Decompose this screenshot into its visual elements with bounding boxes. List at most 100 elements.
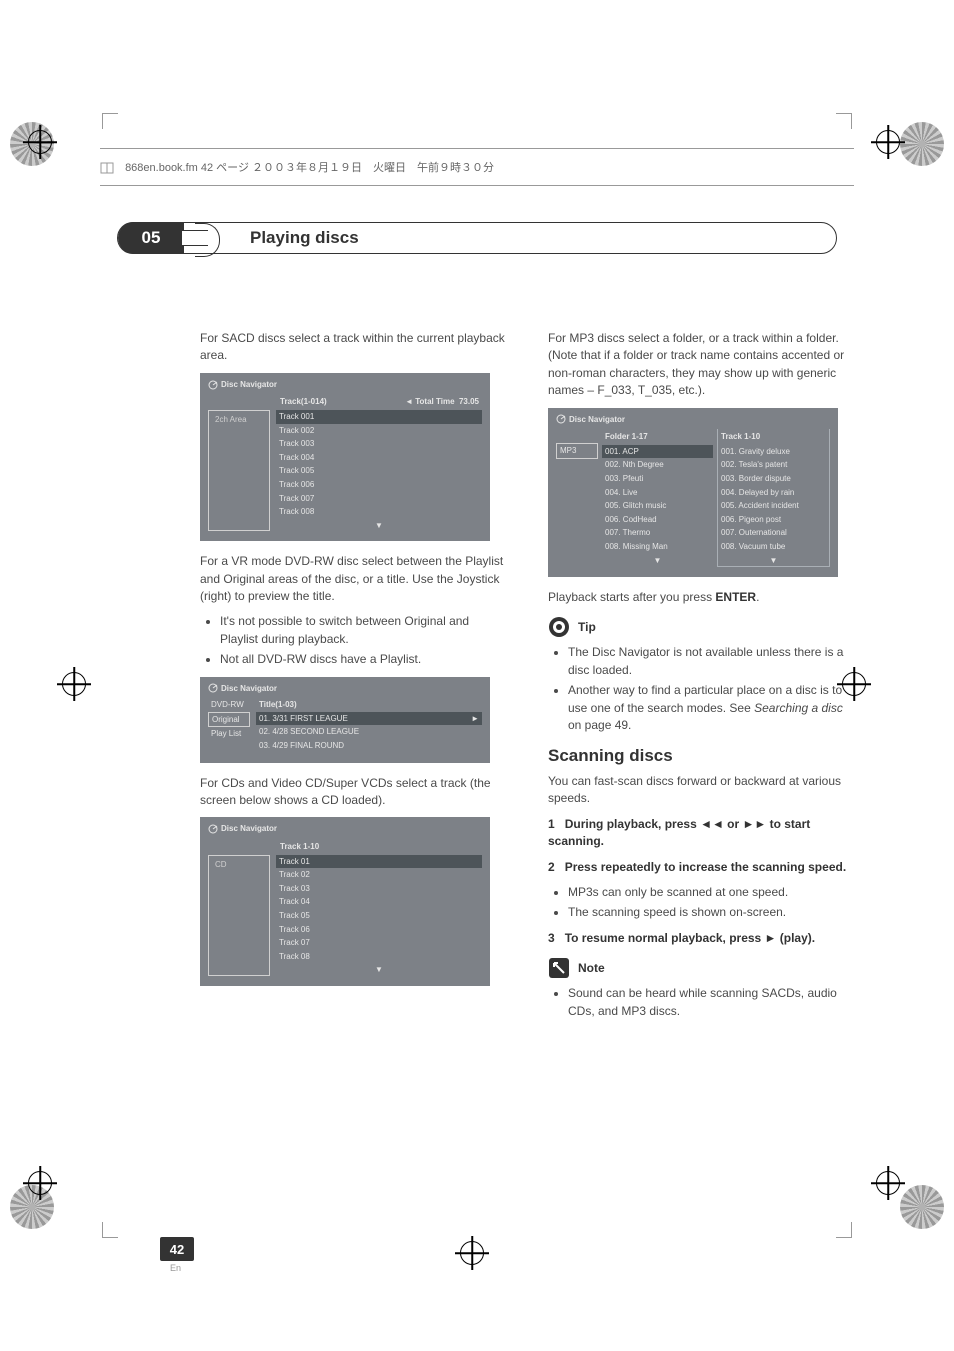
disc-navigator-dvdrw: Disc Navigator DVD-RW Original Play List… <box>200 677 490 763</box>
nav-item: Track 03 <box>276 882 482 896</box>
page-number: 42 <box>160 1237 194 1261</box>
registration-mark <box>876 1171 926 1221</box>
nav-item: Track 08 <box>276 950 482 964</box>
nav-item: 007. Outernational <box>718 526 829 540</box>
nav-area: 2ch Area <box>208 410 270 531</box>
nav-item: Track 007 <box>276 492 482 506</box>
nav-item: 007. Thermo <box>602 526 713 540</box>
nav-area: CD <box>208 855 270 976</box>
arrow-down-icon: ▼ <box>276 519 482 532</box>
nav-item: 001. ACP <box>602 445 713 459</box>
nav-side-item: Original <box>208 712 250 728</box>
list-item: The scanning speed is shown on-screen. <box>568 904 854 921</box>
nav-title: Disc Navigator <box>208 379 482 391</box>
nav-item: Track 01 <box>276 855 482 869</box>
page-language: En <box>170 1263 181 1273</box>
nav-item: Track 006 <box>276 478 482 492</box>
halftone-circle <box>900 122 944 166</box>
note-icon <box>548 957 570 979</box>
paragraph: For a VR mode DVD-RW disc select between… <box>200 553 506 605</box>
nav-item: 008. Missing Man <box>602 540 713 554</box>
nav-item: 005. Glitch music <box>602 499 713 513</box>
nav-item: Track 02 <box>276 868 482 882</box>
halftone-circle <box>900 1185 944 1229</box>
nav-side-item: Play List <box>208 727 250 741</box>
nav-track-col: Track 1-10 001. Gravity deluxe 002. Tesl… <box>717 429 830 567</box>
list-item: Not all DVD-RW discs have a Playlist. <box>220 651 506 668</box>
nav-col-header: Track 1-10 <box>718 429 829 445</box>
paragraph: For MP3 discs select a folder, or a trac… <box>548 330 854 400</box>
disc-navigator-sacd: Disc Navigator Track(1-014) ◄ Total Time… <box>200 373 490 542</box>
nav-item: Track 05 <box>276 909 482 923</box>
nav-title: Disc Navigator <box>208 683 482 695</box>
nav-item: 01. 3/31 FIRST LEAGUE► <box>256 712 482 726</box>
paragraph: For CDs and Video CD/Super VCDs select a… <box>200 775 506 810</box>
paragraph: For SACD discs select a track within the… <box>200 330 506 365</box>
arrow-down-icon: ▼ <box>718 554 829 567</box>
nav-title-list: Title(1-03) 01. 3/31 FIRST LEAGUE► 02. 4… <box>256 698 482 752</box>
nav-item: Track 008 <box>276 505 482 519</box>
halftone-circle <box>10 122 54 166</box>
arrow-down-icon: ▼ <box>276 963 482 976</box>
nav-item: 004. Delayed by rain <box>718 486 829 500</box>
bullet-list: The Disc Navigator is not available unle… <box>548 644 854 734</box>
nav-icon <box>556 414 566 424</box>
step: 3 To resume normal playback, press ► (pl… <box>548 930 854 947</box>
nav-item: 004. Live <box>602 486 713 500</box>
nav-item: 02. 4/28 SECOND LEAGUE <box>256 725 482 739</box>
nav-item: 005. Accident incident <box>718 499 829 513</box>
nav-item: 002. Tesla's patent <box>718 458 829 472</box>
note-heading: Note <box>548 957 854 979</box>
list-item: It's not possible to switch between Orig… <box>220 613 506 648</box>
list-item: Sound can be heard while scanning SACDs,… <box>568 985 854 1020</box>
nav-side-col: MP3 <box>556 429 598 567</box>
section-heading: Scanning discs <box>548 744 854 769</box>
nav-item: Track 004 <box>276 451 482 465</box>
nav-folder-col: Folder 1-17 001. ACP 002. Nth Degree 003… <box>602 429 713 567</box>
nav-track-list: Track 01 Track 02 Track 03 Track 04 Trac… <box>276 855 482 976</box>
right-column: For MP3 discs select a folder, or a trac… <box>548 330 854 1028</box>
tip-icon <box>548 616 570 638</box>
registration-mark <box>460 1241 510 1291</box>
nav-header: Track(1-014) ◄ Total Time 73.05 <box>208 394 482 410</box>
nav-header: Track 1-10 <box>208 839 482 855</box>
nav-item: Track 07 <box>276 936 482 950</box>
header-bar: 868en.book.fm 42 ページ ２００３年８月１９日 火曜日 午前９時… <box>100 148 854 186</box>
nav-item: Track 003 <box>276 437 482 451</box>
nav-icon <box>208 683 218 693</box>
content-columns: For SACD discs select a track within the… <box>200 330 854 1028</box>
nav-item: 03. 4/29 FINAL ROUND <box>256 739 482 753</box>
chapter-header: 05 Playing discs <box>117 222 837 254</box>
corner-crop <box>836 1222 852 1238</box>
disc-navigator-mp3: Disc Navigator MP3 Folder 1-17 001. ACP … <box>548 408 838 578</box>
registration-mark <box>876 130 926 180</box>
list-item: MP3s can only be scanned at one speed. <box>568 884 854 901</box>
nav-item: Track 06 <box>276 923 482 937</box>
nav-item: Track 001 <box>276 410 482 424</box>
nav-track-list: Track 001 Track 002 Track 003 Track 004 … <box>276 410 482 531</box>
chapter-title: Playing discs <box>250 228 359 248</box>
registration-mark <box>28 130 78 180</box>
step: 1 During playback, press ◄◄ or ►► to sta… <box>548 816 854 851</box>
registration-mark <box>62 672 112 722</box>
nav-side-item: DVD-RW <box>208 698 250 712</box>
paragraph: Playback starts after you press ENTER. <box>548 589 854 606</box>
nav-title: Disc Navigator <box>556 414 830 426</box>
halftone-circle <box>10 1185 54 1229</box>
nav-title: Disc Navigator <box>208 823 482 835</box>
nav-item: 003. Border dispute <box>718 472 829 486</box>
list-item: The Disc Navigator is not available unle… <box>568 644 854 679</box>
corner-crop <box>836 113 852 129</box>
nav-header: Title(1-03) <box>256 698 482 712</box>
nav-item: Track 04 <box>276 895 482 909</box>
nav-side-col: DVD-RW Original Play List <box>208 698 250 752</box>
arrow-right-icon: ► <box>471 713 479 725</box>
registration-mark <box>28 1171 78 1221</box>
disc-navigator-cd: Disc Navigator Track 1-10 CD Track 01 Tr… <box>200 817 490 986</box>
chapter-connector <box>182 230 208 246</box>
chapter-number: 05 <box>118 222 184 254</box>
book-icon <box>100 161 114 175</box>
nav-col-header: Folder 1-17 <box>602 429 713 445</box>
arrow-down-icon: ▼ <box>602 554 713 567</box>
nav-icon <box>208 380 218 390</box>
